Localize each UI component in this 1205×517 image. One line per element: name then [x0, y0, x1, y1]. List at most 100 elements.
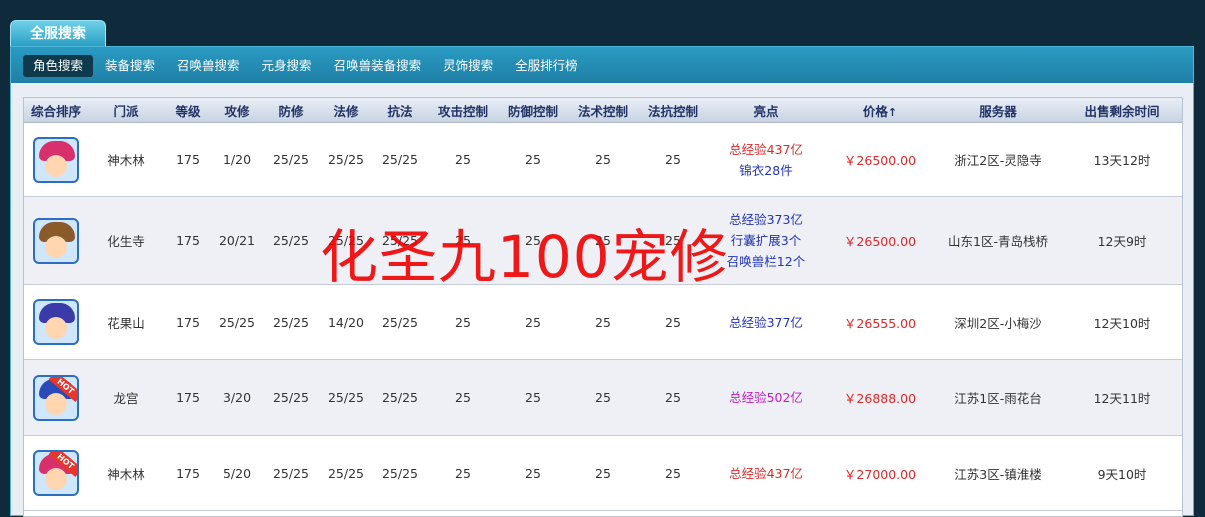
subnav-pet-equipment-search[interactable]: 召唤兽装备搜索 [324, 55, 432, 77]
character-avatar-icon[interactable] [33, 217, 79, 264]
cell-mag-control: 25 [568, 196, 638, 285]
main-panel: 角色搜索 装备搜索 召唤兽搜索 元身搜索 召唤兽装备搜索 灵饰搜索 全服排行榜 … [10, 46, 1194, 517]
cell-def-cultivation: 25/25 [262, 196, 320, 285]
avatar-face [45, 154, 67, 177]
cell-atk-cultivation: 1/20 [212, 122, 262, 197]
subnav-pet-search[interactable]: 召唤兽搜索 [167, 55, 250, 77]
cell-school: 龙宫 [88, 359, 164, 436]
subnav-equipment-search[interactable]: 装备搜索 [95, 55, 165, 77]
cell-def-control: 25 [498, 284, 568, 360]
top-tab-all-server-search[interactable]: 全服搜索 [10, 20, 106, 46]
highlight-text: 召唤兽栏12个 [726, 254, 806, 269]
cell-mag-control: 25 [568, 435, 638, 511]
cell-server: 江苏1区-雨花台 [936, 359, 1060, 436]
cell-level: 175 [164, 122, 212, 197]
cell-level: 175 [164, 284, 212, 360]
table-header-row: 综合排序 门派 等级 攻修 防修 法修 抗法 攻击控制 防御控制 法术控制 法抗… [24, 98, 1182, 123]
cell-atk-control: 25 [428, 359, 498, 436]
cell-server: 深圳2区-小梅沙 [936, 284, 1060, 360]
cell-atk-control: 25 [428, 284, 498, 360]
sort-arrow-icon: ↑ [887, 105, 898, 119]
cell-server: 浙江2区-灵隐寺 [936, 122, 1060, 197]
cell-atk-cultivation: 20/21 [212, 196, 262, 285]
cell-mag-resist: 25/25 [372, 122, 428, 197]
cell-level: 175 [164, 359, 212, 436]
cell-def-cultivation: 25/25 [262, 122, 320, 197]
col-header-atk-cultivation[interactable]: 攻修 [212, 98, 262, 123]
highlight-text: 总经验377亿 [729, 314, 803, 330]
cell-avatar[interactable] [24, 122, 88, 197]
cell-def-cultivation: 25/25 [262, 284, 320, 360]
cell-time-left: 12天10时 [1060, 284, 1182, 360]
avatar-face [45, 235, 67, 258]
character-avatar-icon[interactable]: HOT [33, 450, 79, 496]
table-row[interactable]: 化生寺 175 20/21 25/25 25/25 25/25 25 25 25 25 总经验373… [24, 196, 1182, 285]
cell-time-left: 9天10时 [1060, 435, 1182, 511]
table-row[interactable]: HOT 神木林 175 5/20 25/25 25/25 25/25 25 25 25 25 总经验4… [24, 435, 1182, 511]
character-avatar-icon[interactable]: HOT [33, 374, 79, 421]
cell-price: ￥26500.00 [824, 196, 936, 285]
cell-mag-cultivation: 25/25 [320, 122, 372, 197]
cell-avatar[interactable] [24, 196, 88, 285]
character-avatar-icon[interactable] [33, 136, 79, 183]
col-header-level[interactable]: 等级 [164, 98, 212, 123]
col-header-server: 服务器 [936, 98, 1060, 123]
cell-mag-resist: 25/25 [372, 284, 428, 360]
cell-mag-resist: 25/25 [372, 435, 428, 511]
col-header-time-left[interactable]: 出售剩余时间 [1060, 98, 1182, 123]
cell-avatar[interactable] [24, 284, 88, 360]
cell-price: ￥26500.00 [824, 122, 936, 197]
cell-server: 山东1区-青岛栈桥 [936, 196, 1060, 285]
cell-school: 化生寺 [88, 196, 164, 285]
table-row[interactable]: 花果山 175 25/25 25/25 14/20 25/25 25 25 25 25 总经验377… [24, 284, 1182, 360]
cell-mag-cultivation: 25/25 [320, 359, 372, 436]
col-header-def-cultivation[interactable]: 防修 [262, 98, 320, 123]
results-table: 综合排序 门派 等级 攻修 防修 法修 抗法 攻击控制 防御控制 法术控制 法抗… [24, 98, 1182, 511]
cell-price: ￥26888.00 [824, 359, 936, 436]
avatar-face [45, 392, 67, 415]
col-header-resist-control[interactable]: 法抗控制 [638, 98, 708, 123]
cell-mag-cultivation: 25/25 [320, 196, 372, 285]
cell-highlights: 总经验377亿 [708, 284, 824, 360]
subnav-ranking[interactable]: 全服排行榜 [505, 55, 588, 77]
col-header-school: 门派 [88, 98, 164, 123]
cell-school: 花果山 [88, 284, 164, 360]
cell-server: 江苏3区-镇淮楼 [936, 435, 1060, 511]
cell-highlights: 总经验373亿 行囊扩展3个 召唤兽栏12个 [708, 196, 824, 285]
cell-atk-cultivation: 5/20 [212, 435, 262, 511]
cell-mag-cultivation: 14/20 [320, 284, 372, 360]
subnav-ornament-search[interactable]: 灵饰搜索 [433, 55, 503, 77]
highlight-text: 行囊扩展3个 [730, 233, 802, 248]
col-header-mag-resist[interactable]: 抗法 [372, 98, 428, 123]
cell-def-control: 25 [498, 122, 568, 197]
col-header-def-control[interactable]: 防御控制 [498, 98, 568, 123]
cell-avatar[interactable]: HOT [24, 435, 88, 511]
subnav-yuanshen-search[interactable]: 元身搜索 [252, 55, 322, 77]
cell-def-cultivation: 25/25 [262, 359, 320, 436]
avatar-face [45, 317, 67, 339]
table-row[interactable]: HOT 龙宫 175 3/20 25/25 25/25 25/25 25 25 25 25 总经验50… [24, 359, 1182, 436]
cell-time-left: 13天12时 [1060, 122, 1182, 197]
col-header-overall-sort[interactable]: 综合排序 [24, 98, 88, 123]
col-header-mag-control[interactable]: 法术控制 [568, 98, 638, 123]
cell-atk-control: 25 [428, 196, 498, 285]
cell-def-control: 25 [498, 359, 568, 436]
col-header-price[interactable]: 价格↑ [824, 98, 936, 123]
subnav-role-search[interactable]: 角色搜索 [23, 55, 94, 77]
cell-def-control: 25 [498, 435, 568, 511]
col-header-mag-cultivation[interactable]: 法修 [320, 98, 372, 123]
cell-atk-cultivation: 25/25 [212, 284, 262, 360]
cell-mag-control: 25 [568, 122, 638, 197]
cell-highlights: 总经验502亿 [708, 359, 824, 436]
cell-mag-control: 25 [568, 284, 638, 360]
highlight-text: 总经验502亿 [729, 390, 803, 405]
cell-resist-control: 25 [638, 122, 708, 197]
cell-school: 神木林 [88, 435, 164, 511]
cell-resist-control: 25 [638, 284, 708, 360]
character-avatar-icon[interactable] [33, 299, 79, 345]
col-header-atk-control[interactable]: 攻击控制 [428, 98, 498, 123]
cell-avatar[interactable]: HOT [24, 359, 88, 436]
table-row[interactable]: 神木林 175 1/20 25/25 25/25 25/25 25 25 25 25 总经验437亿… [24, 122, 1182, 197]
highlight-text: 锦衣28件 [739, 162, 793, 178]
cell-price: ￥27000.00 [824, 435, 936, 511]
